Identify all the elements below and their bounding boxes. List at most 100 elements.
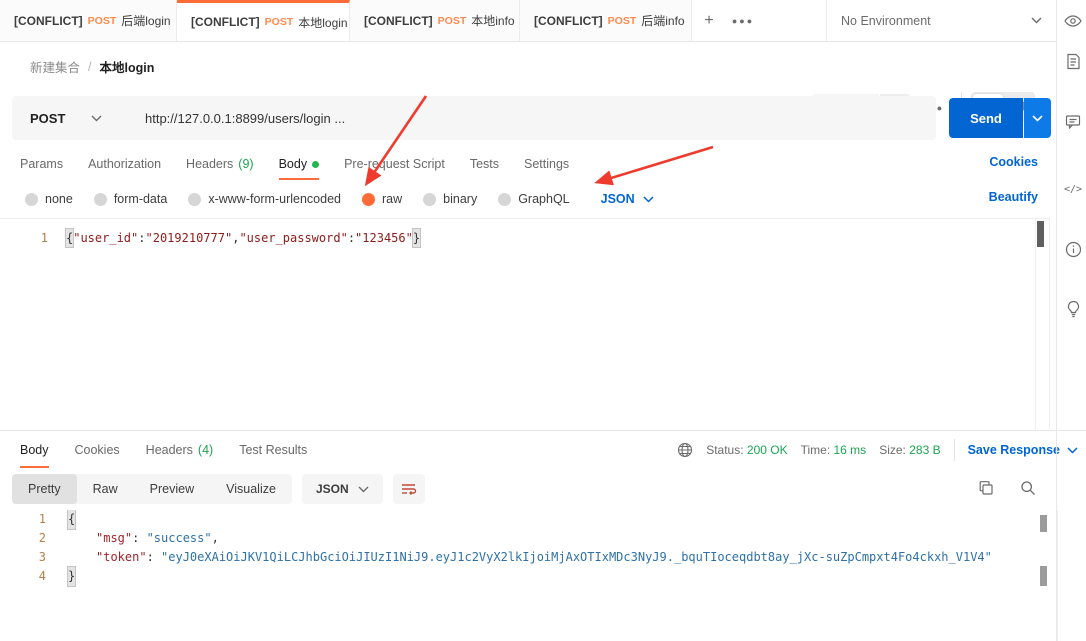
body-type-row: none form-data x-www-form-urlencoded raw… <box>0 184 1056 214</box>
environment-label: No Environment <box>841 13 931 28</box>
search-icon[interactable] <box>1020 480 1036 496</box>
globe-icon[interactable] <box>677 442 693 458</box>
line-number: 3 <box>38 550 46 564</box>
json-comma: , <box>232 231 240 245</box>
tab-method-label: POST <box>87 14 117 27</box>
chevron-down-icon <box>358 486 369 493</box>
radio-form-data[interactable]: form-data <box>93 192 167 206</box>
radio-binary[interactable]: binary <box>423 192 477 206</box>
radio-raw[interactable]: raw <box>362 192 402 206</box>
send-options-button[interactable] <box>1024 98 1051 138</box>
tab-headers[interactable]: Headers (9) <box>186 148 254 180</box>
json-value: "eyJ0eXAiOiJKV1QiLCJhbGciOiJIUzI1NiJ9.ey… <box>161 550 992 564</box>
radio-icon <box>93 192 107 206</box>
json-colon: : <box>347 231 356 245</box>
copy-icon[interactable] <box>978 480 994 496</box>
tab-label: Authorization <box>88 157 162 171</box>
method-select[interactable]: POST <box>12 111 127 126</box>
raw-format-select[interactable]: JSON <box>601 192 654 206</box>
breadcrumb: 新建集合 / 本地login <box>30 57 154 76</box>
json-key: "token" <box>96 550 147 564</box>
url-input[interactable]: http://127.0.0.1:8899/users/login ... <box>127 111 936 126</box>
comments-icon[interactable] <box>1062 110 1084 132</box>
lightbulb-icon[interactable] <box>1062 298 1084 320</box>
new-tab-button[interactable]: + <box>692 0 726 41</box>
radio-x-www-form-urlencoded[interactable]: x-www-form-urlencoded <box>188 192 341 206</box>
response-tab-body[interactable]: Body <box>20 432 49 468</box>
tab-method-label: POST <box>607 14 637 27</box>
view-pretty[interactable]: Pretty <box>12 474 77 504</box>
postman-app: [CONFLICT] POST 后端login [CONFLICT] POST … <box>0 0 1086 641</box>
app-tab-backend-login[interactable]: [CONFLICT] POST 后端login <box>0 0 177 41</box>
eye-icon[interactable] <box>1062 10 1084 32</box>
response-tab-cookies[interactable]: Cookies <box>75 432 120 468</box>
breadcrumb-separator: / <box>88 59 92 74</box>
response-tab-test-results[interactable]: Test Results <box>239 432 307 468</box>
radio-label: none <box>45 192 73 206</box>
tab-pre-request-script[interactable]: Pre-request Script <box>344 148 445 180</box>
tab-settings[interactable]: Settings <box>524 148 569 180</box>
response-line-2: 2 "msg": "success", <box>0 529 1057 548</box>
time-pair: Time: 16 ms <box>801 443 867 457</box>
raw-format-label: JSON <box>600 192 635 206</box>
tab-conflict-label: [CONFLICT] <box>534 13 603 28</box>
editor-line-1: 1 {"user_id": "2019210777", "user_password… <box>0 219 1049 248</box>
view-label: Preview <box>149 482 195 496</box>
json-value: "success" <box>146 531 212 545</box>
time-label: Time: <box>800 443 831 457</box>
response-tab-headers[interactable]: Headers (4) <box>146 432 214 468</box>
editor-scrollbar-thumb[interactable] <box>1037 221 1044 247</box>
view-raw[interactable]: Raw <box>77 474 134 504</box>
send-button[interactable]: Send <box>949 98 1023 138</box>
wrap-lines-button[interactable] <box>392 474 425 504</box>
tab-tests[interactable]: Tests <box>470 148 499 180</box>
save-response-label: Save Response <box>967 443 1060 457</box>
url-bar: POST http://127.0.0.1:8899/users/login .… <box>12 96 936 140</box>
tab-title: 后端info <box>641 14 685 28</box>
documentation-icon[interactable] <box>1062 50 1084 72</box>
response-body-actions <box>978 480 1036 496</box>
app-tab-local-info[interactable]: [CONFLICT] POST 本地info <box>350 0 520 41</box>
response-section-divider <box>0 430 1086 431</box>
tab-conflict-label: [CONFLICT] <box>14 13 83 28</box>
tab-count: (4) <box>197 443 214 457</box>
response-inner-scrollbar-thumb[interactable] <box>1040 566 1047 586</box>
tab-options-button[interactable]: ●●● <box>726 0 760 41</box>
tab-label: Params <box>20 157 64 171</box>
view-label: Pretty <box>28 482 61 496</box>
send-label: Send <box>970 110 1002 126</box>
tab-title: 本地info <box>471 14 515 28</box>
app-tab-backend-info[interactable]: [CONFLICT] POST 后端info <box>520 0 692 41</box>
info-icon[interactable] <box>1062 238 1084 260</box>
view-preview[interactable]: Preview <box>134 474 210 504</box>
tab-params[interactable]: Params <box>20 148 63 180</box>
tab-authorization[interactable]: Authorization <box>88 148 161 180</box>
radio-none[interactable]: none <box>25 192 73 206</box>
close-brace: } <box>411 228 422 248</box>
response-format-select[interactable]: JSON <box>301 474 383 504</box>
response-scrollbar-thumb[interactable] <box>1040 515 1047 532</box>
json-key: "user_id" <box>73 231 139 245</box>
response-line-3: 3 "token": "eyJ0eXAiOiJKV1QiLCJhbGciOiJI… <box>0 548 1057 567</box>
tab-label: Pre-request Script <box>344 157 445 171</box>
code-snippet-icon[interactable]: </> <box>1062 178 1084 200</box>
cookies-link[interactable]: Cookies <box>989 155 1038 169</box>
beautify-link[interactable]: Beautify <box>989 190 1038 204</box>
chevron-down-icon <box>1031 17 1042 24</box>
line-number: 1 <box>38 512 46 526</box>
view-visualize[interactable]: Visualize <box>210 474 292 504</box>
radio-icon <box>498 192 512 206</box>
request-body-editor[interactable]: 1 {"user_id": "2019210777", "user_password… <box>0 218 1050 430</box>
environment-selector[interactable]: No Environment <box>826 0 1056 41</box>
app-tab-local-login-active[interactable]: [CONFLICT] POST 本地login <box>177 0 350 41</box>
response-body-viewer[interactable]: 1 { 2 "msg": "success", 3 "token": "eyJ0… <box>0 510 1058 641</box>
radio-icon <box>423 192 437 206</box>
breadcrumb-collection[interactable]: 新建集合 <box>30 57 80 76</box>
tab-body[interactable]: Body <box>278 148 320 180</box>
sidebar-divider <box>1056 0 1057 641</box>
radio-graphql[interactable]: GraphQL <box>498 192 570 206</box>
save-response-button[interactable]: Save Response <box>968 443 1078 457</box>
open-brace: { <box>66 510 77 530</box>
